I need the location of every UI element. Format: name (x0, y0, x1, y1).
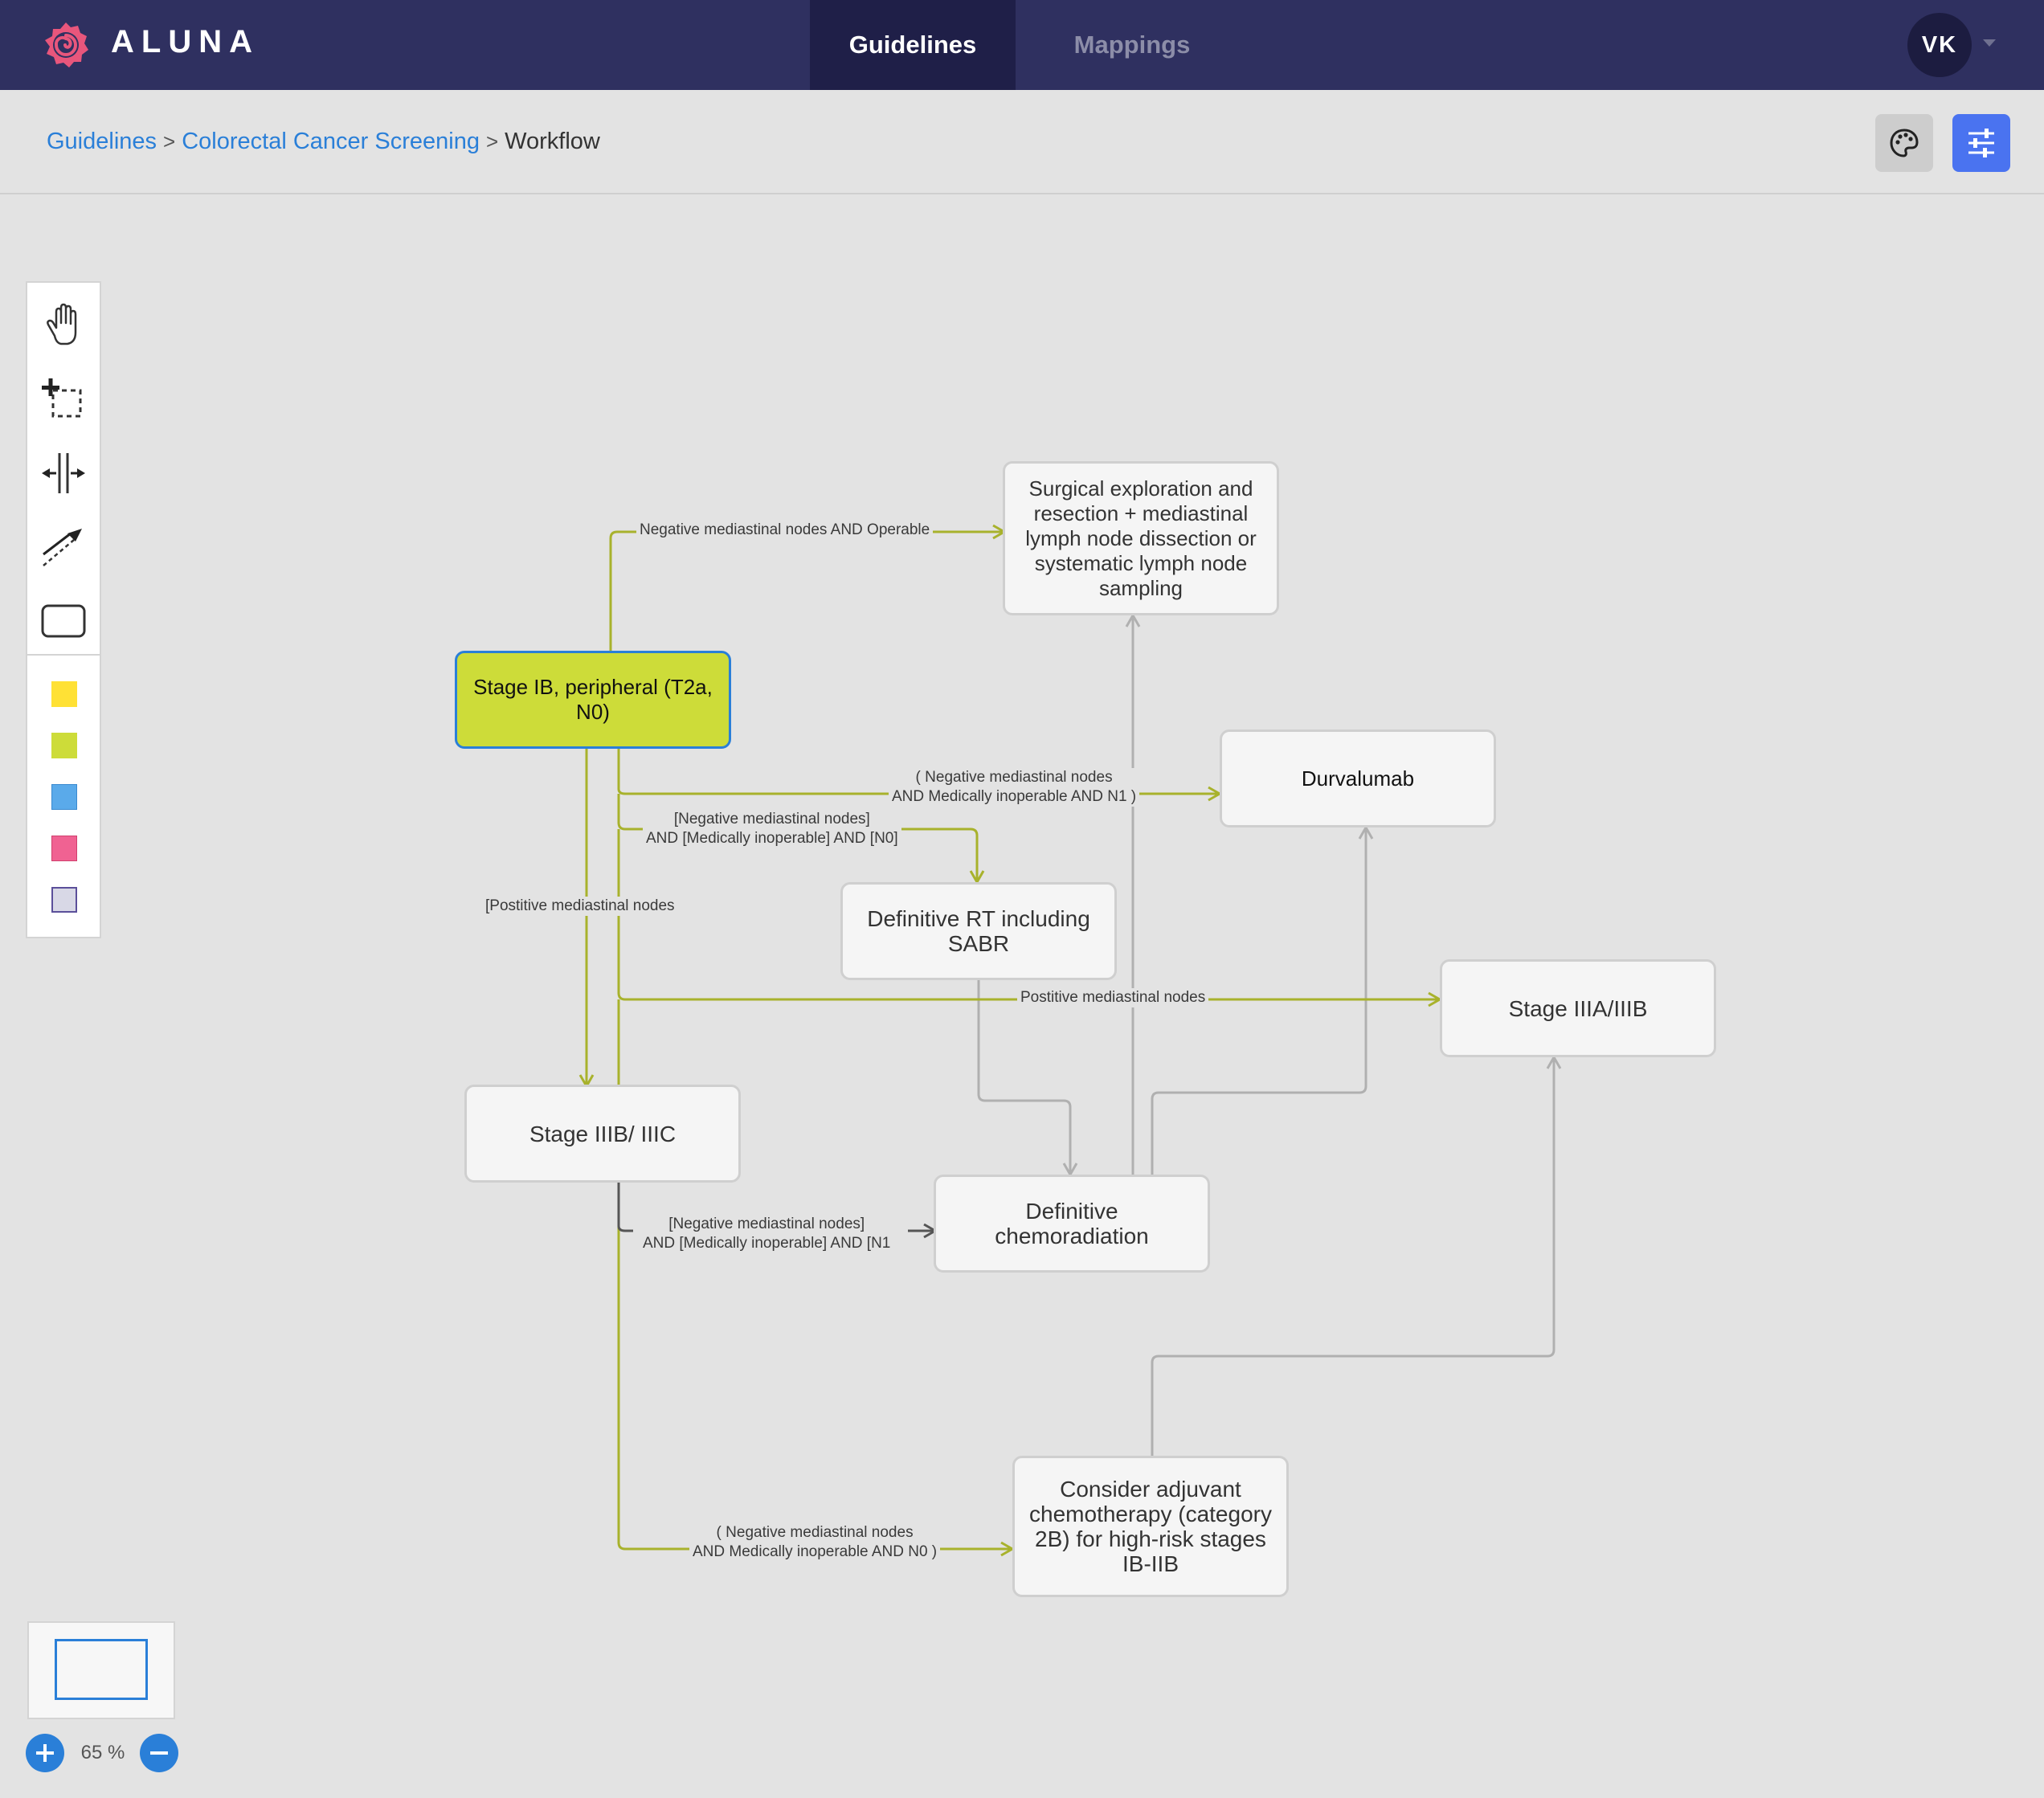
tool-panel (26, 281, 101, 938)
edge-label-line: ( Negative mediastinal nodes (716, 1524, 914, 1541)
minimap[interactable] (27, 1621, 175, 1719)
edge-label-line: AND Medically inoperable AND N1 ) (892, 788, 1137, 805)
node-definitive-rt[interactable]: Definitive RT including SABR (840, 882, 1117, 980)
edge-label: ( Negative mediastinal nodes AND Medical… (889, 768, 1140, 807)
marquee-select-icon[interactable] (39, 374, 88, 424)
hand-pan-icon[interactable] (39, 300, 88, 350)
edge-label: [Postitive mediastinal nodes (482, 897, 678, 916)
edge-label-line: [Negative mediastinal nodes] (673, 811, 870, 827)
split-resize-icon[interactable] (39, 448, 88, 498)
minus-icon (150, 1751, 168, 1755)
edge-label-line: [Negative mediastinal nodes] (668, 1216, 865, 1232)
edge-neg-operable (609, 532, 1004, 651)
edge-rt-to-chemoradiation (977, 979, 1070, 1175)
edge-label: Postitive mediastinal nodes (1017, 988, 1209, 1007)
zoom-level: 65 % (80, 1742, 125, 1763)
edge-label-line: ( Negative mediastinal nodes (915, 769, 1113, 786)
color-swatch-lime[interactable] (51, 733, 77, 758)
zoom-out-button[interactable] (140, 1734, 178, 1772)
node-stage-iiib-iiic[interactable]: Stage IIIB/ IIIC (464, 1085, 741, 1183)
node-consider-adjuvant[interactable]: Consider adjuvant chemotherapy (category… (1012, 1456, 1289, 1597)
edge-adjuvant-to-stage-iiia (1151, 1057, 1554, 1456)
node-durvalumab[interactable]: Durvalumab (1220, 729, 1496, 827)
connector-arrow-icon[interactable] (39, 522, 88, 572)
color-swatch-blue[interactable] (51, 784, 77, 810)
rectangle-node-icon[interactable] (39, 596, 88, 646)
node-definitive-chemoradiation[interactable]: Definitive chemoradiation (934, 1175, 1210, 1273)
color-swatch-lavender[interactable] (51, 887, 77, 913)
node-stage-iiia-iiib[interactable]: Stage IIIA/IIIB (1440, 959, 1716, 1057)
edge-label: [Negative mediastinal nodes] AND [Medica… (640, 1215, 894, 1253)
color-swatch-pink[interactable] (51, 836, 77, 861)
edge-label-line: AND Medically inoperable AND N0 ) (693, 1543, 938, 1560)
edge-label: Negative mediastinal nodes AND Operable (636, 521, 934, 540)
plus-icon (36, 1744, 54, 1762)
edge-label-line: AND [Medically inoperable] AND [N0] (646, 830, 898, 847)
edge-label: [Negative mediastinal nodes] AND [Medica… (643, 810, 901, 848)
edge-label-line: AND [Medically inoperable] AND [N1 (643, 1235, 891, 1252)
edge-label: ( Negative mediastinal nodes AND Medical… (689, 1523, 941, 1562)
minimap-viewport[interactable] (55, 1639, 148, 1700)
zoom-in-button[interactable] (26, 1734, 64, 1772)
tool-divider (27, 654, 100, 656)
node-stage-ib[interactable]: Stage IB, peripheral (T2a, N0) (455, 651, 731, 749)
color-swatch-yellow[interactable] (51, 681, 77, 707)
workflow-canvas[interactable]: Negative mediastinal nodes AND Operable … (0, 0, 2044, 1798)
node-surgical[interactable]: Surgical exploration and resection + med… (1003, 461, 1279, 615)
